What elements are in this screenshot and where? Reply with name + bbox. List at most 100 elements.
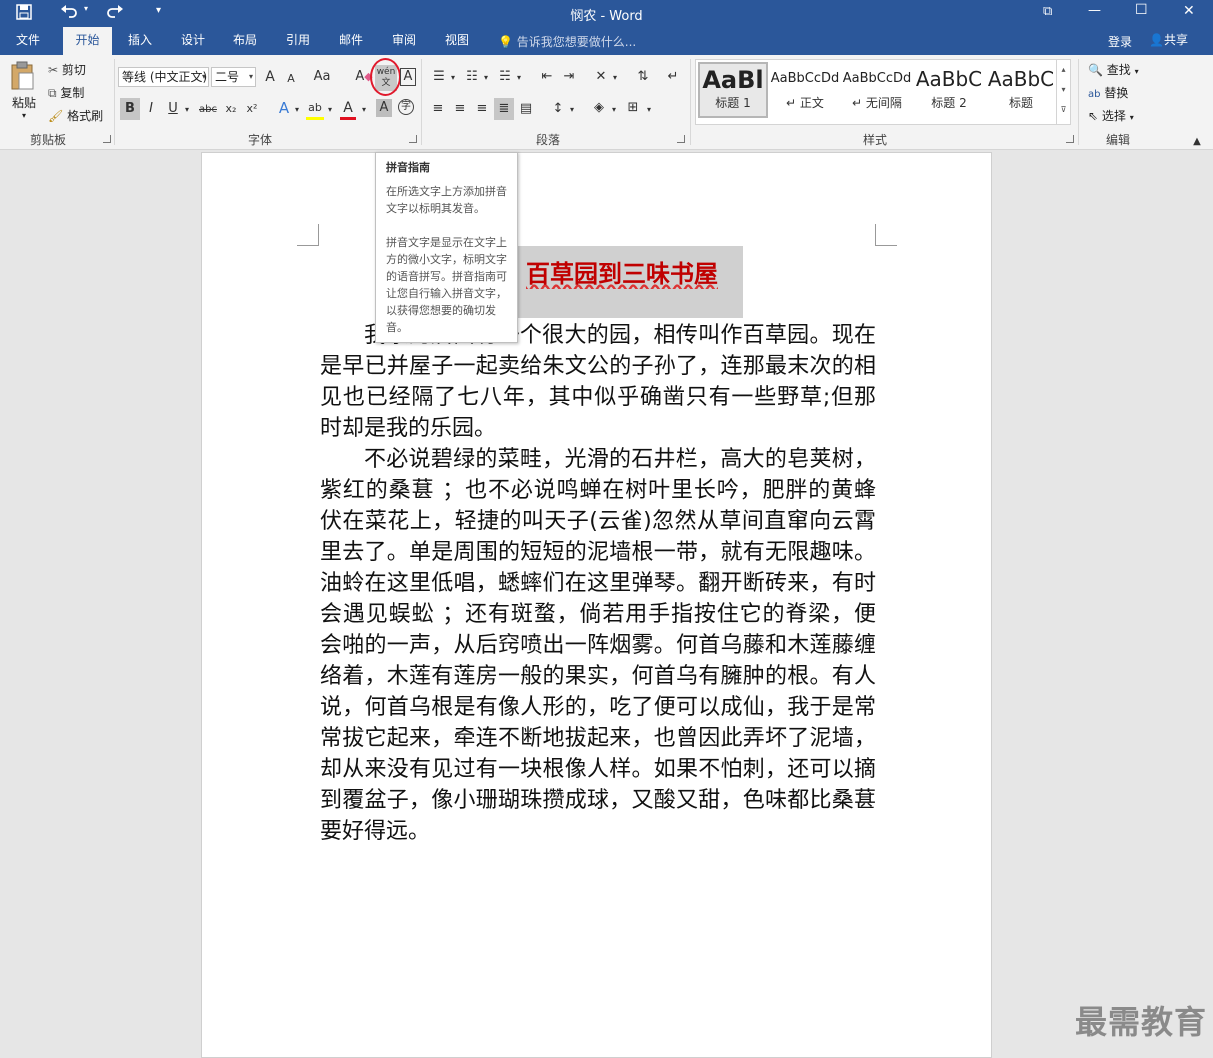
chevron-down-icon[interactable]: ▾ (515, 69, 523, 87)
document-title: 百草园到三味书屋 (501, 254, 743, 289)
decrease-indent-icon[interactable]: ⇤ (538, 68, 556, 86)
grow-font-icon[interactable]: A (262, 68, 278, 86)
strikethrough-button[interactable]: abc (196, 101, 220, 119)
share-label: 共享 (1163, 33, 1188, 47)
style-title[interactable]: AaBbC 标题 (986, 64, 1056, 120)
font-launcher-icon[interactable] (409, 135, 417, 143)
style-heading-2[interactable]: AaBbC 标题 2 (914, 64, 984, 120)
enclose-characters-icon[interactable]: 字 (398, 99, 414, 115)
highlighter-glyph: ab (308, 101, 322, 114)
divider (421, 59, 422, 145)
paste-dropdown-icon[interactable]: ▾ (8, 111, 40, 120)
editing-group-label: 编辑 (1105, 133, 1130, 147)
title-bar: ▾ ▾ 悯农 - Word ⧉ — ☐ ✕ (0, 0, 1213, 27)
justify-icon[interactable]: ≣ (494, 98, 514, 120)
tab-file[interactable]: 文件 (5, 27, 51, 55)
shrink-font-icon[interactable]: A (284, 70, 298, 88)
style-preview: AaBbC (987, 67, 1055, 91)
align-right-icon[interactable]: ≡ (473, 100, 491, 118)
borders-icon[interactable]: ⊞ (624, 99, 642, 117)
paste-button[interactable]: 粘贴 ▾ (8, 61, 40, 123)
chevron-down-icon[interactable]: ▾ (568, 101, 576, 119)
style-name: ↵ 无间隔 (852, 96, 902, 110)
line-spacing-icon[interactable]: ↕ (549, 100, 567, 118)
window-title: 悯农 - Word (570, 9, 643, 24)
distributed-icon[interactable]: ▤ (517, 100, 535, 118)
chevron-down-icon: ▾ (201, 72, 206, 81)
maximize-button[interactable]: ☐ (1135, 2, 1148, 18)
ribbon-display-options-icon[interactable]: ⧉ (1043, 4, 1052, 19)
font-color-icon[interactable]: A (340, 99, 356, 120)
style-normal[interactable]: AaBbCcDd ↵ 正文 (770, 64, 840, 120)
tell-me-box[interactable]: 💡 告诉我您想要做什么... (498, 33, 668, 51)
chevron-down-icon[interactable]: ▾ (449, 69, 457, 87)
superscript-button[interactable]: x² (243, 100, 261, 118)
paragraph-launcher-icon[interactable] (677, 135, 685, 143)
chevron-down-icon[interactable]: ▾ (293, 101, 301, 119)
numbering-icon[interactable]: ☷ (463, 68, 481, 86)
increase-indent-icon[interactable]: ⇥ (560, 68, 578, 86)
character-border-icon[interactable]: A (400, 68, 416, 86)
subscript-button[interactable]: x₂ (222, 100, 240, 118)
paragraph-shading-icon[interactable]: ◈ (590, 99, 608, 117)
sort-icon[interactable]: ⇅ (634, 68, 652, 86)
tab-home[interactable]: 开始 (63, 27, 112, 55)
format-painter-button[interactable]: 🖌 格式刷 (48, 107, 103, 124)
tab-review[interactable]: 审阅 (381, 27, 427, 55)
chevron-down-icon[interactable]: ▾ (610, 101, 618, 119)
cut-button[interactable]: ✂ 剪切 (48, 61, 86, 78)
show-marks-icon[interactable]: ↵ (666, 68, 680, 86)
share-button[interactable]: 👤共享 (1149, 31, 1188, 48)
font-name-combo[interactable]: 等线 (中文正文) ▾ (118, 67, 209, 87)
italic-button[interactable]: I (143, 100, 159, 118)
tab-mailings[interactable]: 邮件 (328, 27, 374, 55)
tab-view[interactable]: 视图 (434, 27, 480, 55)
underline-button[interactable]: U (165, 100, 181, 118)
copy-label: 复制 (60, 86, 85, 100)
chevron-down-icon[interactable]: ▾ (326, 101, 334, 119)
style-no-spacing[interactable]: AaBbCcDd ↵ 无间隔 (842, 64, 912, 120)
find-button[interactable]: 🔍 查找 ▾ (1088, 61, 1139, 78)
bold-button[interactable]: B (120, 98, 140, 120)
chevron-down-icon[interactable]: ▾ (482, 69, 490, 87)
document-body[interactable]: 我家的后面有一个很大的园，相传叫作百草园。现在是早已并屋子一起卖给朱文公的子孙了… (320, 320, 876, 847)
tab-layout[interactable]: 布局 (222, 27, 268, 55)
tooltip-description-2: 拼音文字是显示在文字上方的微小文字，标明文字的语音拼写。拼音指南可让您自行输入拼… (386, 236, 507, 334)
close-button[interactable]: ✕ (1183, 3, 1195, 19)
multilevel-list-icon[interactable]: ☵ (496, 68, 514, 86)
collapse-ribbon-icon[interactable]: ▲ (1190, 133, 1204, 151)
align-left-icon[interactable]: ≡ (429, 100, 447, 118)
highlighter-icon[interactable]: ab (306, 99, 324, 120)
phonetic-guide-tooltip: 拼音指南 在所选文字上方添加拼音文字以标明其发音。 拼音文字是显示在文字上方的微… (375, 152, 518, 343)
change-case-icon[interactable]: Aa (311, 68, 333, 86)
tab-design[interactable]: 设计 (170, 27, 216, 55)
selected-title[interactable]: 百草园到三味书屋 (501, 246, 743, 318)
style-heading-1[interactable]: AaBl 标题 1 (698, 62, 768, 118)
clipboard-icon (11, 61, 34, 90)
font-size-combo[interactable]: 二号 ▾ (211, 67, 256, 87)
login-link[interactable]: 登录 (1108, 33, 1132, 50)
gallery-scroll[interactable]: ▴ ▾ ⊽ (1056, 60, 1070, 124)
minimize-button[interactable]: — (1088, 3, 1101, 18)
chevron-down-icon[interactable]: ▾ (611, 69, 619, 87)
highlight-circle (370, 58, 401, 96)
paragraph-2: 不必说碧绿的菜畦，光滑的石井栏，高大的皂荚树，紫红的桑葚 ；也不必说鸣蝉在树叶里… (320, 447, 876, 844)
replace-button[interactable]: ab 替换 (1088, 84, 1128, 101)
character-shading-icon[interactable]: A (376, 99, 392, 117)
tab-insert[interactable]: 插入 (117, 27, 163, 55)
text-effects-icon[interactable]: A (276, 99, 292, 117)
chinese-layout-icon[interactable]: ✕ (592, 68, 610, 86)
chevron-down-icon[interactable]: ▾ (183, 101, 191, 119)
chevron-down-icon[interactable]: ▾ (645, 101, 653, 119)
bullets-icon[interactable]: ☰ (430, 68, 448, 86)
select-button[interactable]: ⇖ 选择 ▾ (1088, 107, 1134, 124)
tab-references[interactable]: 引用 (275, 27, 321, 55)
styles-group-label: 样式 (862, 133, 887, 147)
styles-launcher-icon[interactable] (1066, 135, 1074, 143)
chevron-down-icon[interactable]: ▾ (360, 101, 368, 119)
clipboard-launcher-icon[interactable] (103, 135, 111, 143)
copy-button[interactable]: ⧉ 复制 (48, 84, 84, 101)
align-center-icon[interactable]: ≡ (451, 100, 469, 118)
divider (114, 59, 115, 145)
style-preview: AaBl (702, 66, 764, 94)
